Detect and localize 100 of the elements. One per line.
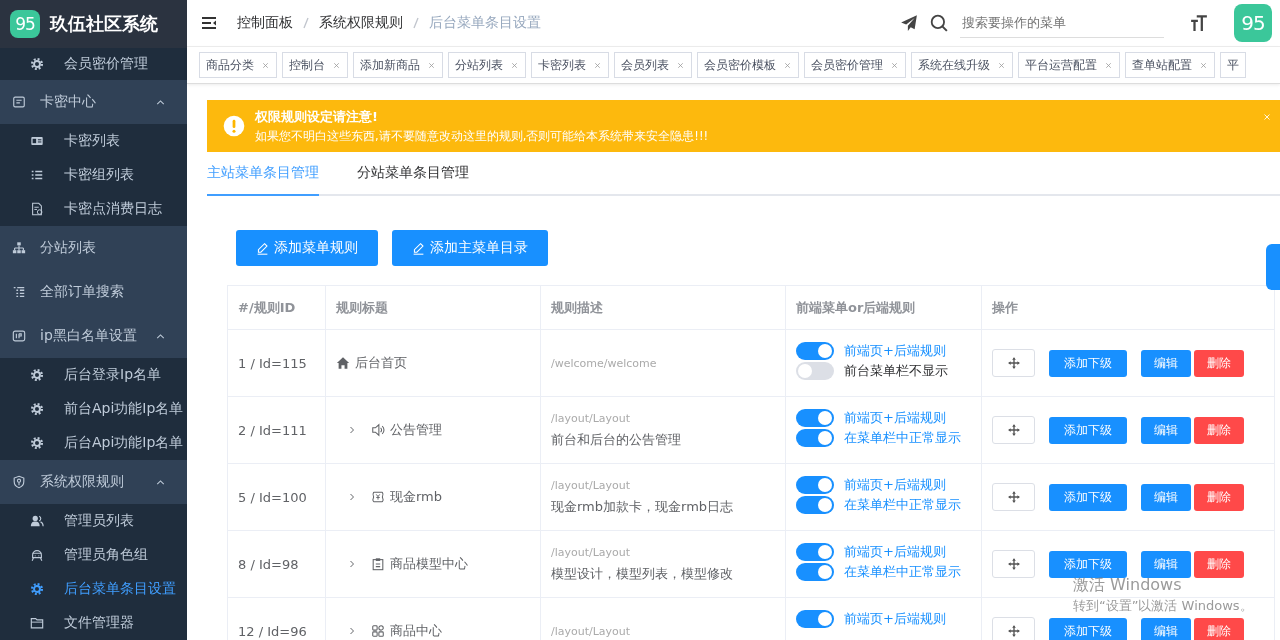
warning-icon — [223, 115, 245, 137]
close-icon — [676, 60, 685, 70]
sitemap-icon — [12, 241, 26, 255]
close-icon — [1262, 112, 1272, 122]
close-icon — [427, 60, 436, 70]
pencil-icon — [412, 241, 425, 255]
menu-item[interactable]: 后台登录Ip名单 — [0, 358, 187, 392]
close-icon — [332, 60, 341, 70]
warning-title: 权限规则设定请注意! — [255, 108, 379, 126]
toggle-switch[interactable] — [796, 362, 834, 380]
switch-label: 前端页+后端规则 — [844, 543, 946, 561]
rule-title: 商品模型中心 — [390, 555, 468, 573]
home-icon — [336, 356, 350, 370]
activation-title: 激活 Windows — [1073, 577, 1182, 593]
page-tag[interactable]: 控制台 — [282, 52, 348, 78]
switch-label: 前端页+后端规则 — [844, 610, 946, 628]
rule-path: /layout/Layout — [551, 545, 631, 559]
column-header: #/规则ID — [228, 286, 326, 329]
move-button[interactable] — [992, 416, 1035, 444]
page-tag[interactable]: 卡密列表 — [531, 52, 609, 78]
page-tag[interactable]: 查单站配置 — [1125, 52, 1215, 78]
rule-path: /welcome/welcome — [551, 356, 657, 370]
rule-title: 后台首页 — [355, 354, 407, 372]
move-button[interactable] — [992, 617, 1035, 640]
menu-item[interactable]: 管理员角色组 — [0, 538, 187, 572]
breadcrumb-link[interactable]: 系统权限规则 — [319, 14, 403, 32]
tab[interactable]: 分站菜单条目管理 — [357, 164, 469, 194]
table-cell: 1 / Id=115 — [228, 330, 326, 396]
menu-group[interactable]: ip黑白名单设置 — [0, 314, 187, 358]
page-tag[interactable]: 会员密价模板 — [697, 52, 799, 78]
close-icon — [783, 60, 792, 70]
page-tag[interactable]: 平 — [1220, 52, 1246, 78]
gear-icon — [30, 436, 44, 450]
menu-item[interactable]: 管理员列表 — [0, 504, 187, 538]
shield-icon — [12, 475, 26, 489]
gear-icon — [30, 402, 44, 416]
pencil-icon — [256, 241, 269, 255]
move-icon — [1007, 491, 1020, 503]
page-tag[interactable]: 商品分类 — [199, 52, 277, 78]
drawer-handle[interactable] — [1266, 244, 1280, 290]
menu-item[interactable]: 全部订单搜索 — [0, 270, 187, 314]
column-header: 规则标题 — [326, 286, 541, 329]
close-icon — [1199, 60, 1208, 70]
menu-item[interactable]: 会员密价管理 — [0, 48, 187, 80]
switch-label: 前端页+后端规则 — [844, 409, 946, 427]
page-tag[interactable]: 添加新商品 — [353, 52, 443, 78]
page-tag[interactable]: 会员密价管理 — [804, 52, 906, 78]
card-icon — [12, 95, 26, 109]
toggle-switch[interactable] — [796, 342, 834, 360]
page-tag[interactable]: 平台运营配置 — [1018, 52, 1120, 78]
menu-group[interactable]: 卡密中心 — [0, 80, 187, 124]
move-button[interactable] — [992, 550, 1035, 578]
breadcrumb-link[interactable]: 控制面板 — [237, 14, 293, 32]
menu-group[interactable]: 系统权限规则 — [0, 460, 187, 504]
toggle-switch[interactable] — [796, 543, 834, 561]
menu-item[interactable]: 卡密点消费日志 — [0, 192, 187, 226]
table-cell: 5 / Id=100 — [228, 464, 326, 530]
toggle-switch[interactable] — [796, 563, 834, 581]
page-tag[interactable]: 系统在线升级 — [911, 52, 1013, 78]
gear-icon — [30, 368, 44, 382]
switch-label: 前端页+后端规则 — [844, 342, 946, 360]
move-button[interactable] — [992, 349, 1035, 377]
menu-item[interactable]: 文件管理器 — [0, 606, 187, 640]
menu-item[interactable]: 分站列表 — [0, 226, 187, 270]
toggle-switch[interactable] — [796, 496, 834, 514]
menu-item[interactable]: 前台Api功能Ip名单 — [0, 392, 187, 426]
gear-icon — [30, 582, 44, 596]
text-size-icon — [1190, 14, 1208, 32]
move-icon — [1007, 625, 1020, 637]
close-icon — [1104, 60, 1113, 70]
separator-icon — [303, 17, 309, 29]
toggle-switch[interactable] — [796, 409, 834, 427]
activation-message: 转到“设置”以激活 Windows。 — [1073, 598, 1253, 613]
rule-path: /layout/Layout — [551, 478, 631, 492]
column-header: 操作 — [991, 298, 1019, 317]
rule-description: 前台和后台的公告管理 — [551, 430, 681, 449]
menu-item[interactable]: 卡密组列表 — [0, 158, 187, 192]
paper-plane-icon — [900, 14, 918, 32]
toggle-switch[interactable] — [796, 610, 834, 628]
separator-icon — [413, 17, 419, 29]
rule-title: 公告管理 — [390, 421, 442, 439]
menu-item[interactable]: 后台Api功能Ip名单 — [0, 426, 187, 460]
menu-icon — [201, 15, 217, 31]
menu-item[interactable]: 卡密列表 — [0, 124, 187, 158]
toggle-switch[interactable] — [796, 429, 834, 447]
document-icon — [30, 202, 44, 216]
column-header: 前端菜单or后端规则 — [786, 286, 982, 329]
speaker-icon — [371, 423, 385, 437]
robot-icon — [30, 548, 44, 562]
page-tag[interactable]: 分站列表 — [448, 52, 526, 78]
rule-path: /layout/Layout — [551, 411, 631, 425]
switch-label: 在菜单栏中正常显示 — [844, 496, 961, 514]
toggle-switch[interactable] — [796, 476, 834, 494]
menu-item[interactable]: 后台菜单条目设置 — [0, 572, 187, 606]
table-cell: 2 / Id=111 — [228, 397, 326, 463]
page-tag[interactable]: 会员列表 — [614, 52, 692, 78]
badge-icon — [12, 329, 26, 343]
close-icon — [997, 60, 1006, 70]
clipboard-icon — [371, 557, 385, 571]
move-button[interactable] — [992, 483, 1035, 511]
